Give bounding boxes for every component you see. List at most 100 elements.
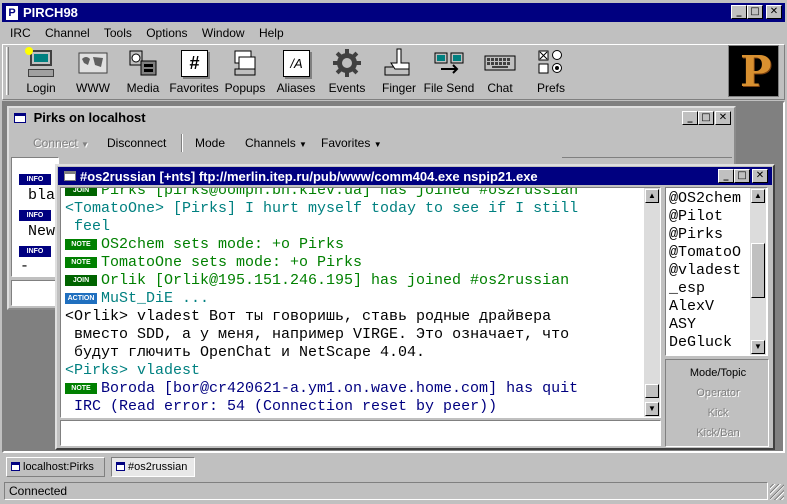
mode-button[interactable]: Mode <box>195 130 225 156</box>
chat-message-text: <Orlik> vladest Вот ты говоришь, ставь р… <box>65 308 552 325</box>
connection-status: Connected <box>9 484 68 498</box>
prefs-icon <box>535 47 567 79</box>
chat-message: <TomatoOne> [Pirks] I hurt myself today … <box>65 200 578 218</box>
chat-scrollbar[interactable] <box>644 188 660 417</box>
join-badge: JOIN <box>65 275 97 286</box>
minimize-button[interactable]: _ <box>731 5 747 19</box>
events-button[interactable]: Events <box>317 47 377 97</box>
operator-button[interactable]: Operator <box>669 383 767 403</box>
app-title: PIRCH98 <box>23 5 78 20</box>
chat-message: feel <box>65 218 578 236</box>
nick-list-item[interactable]: @vladest <box>669 262 741 280</box>
disconnect-button[interactable]: Disconnect <box>107 130 166 156</box>
server-maximize-button[interactable]: □ <box>698 111 714 125</box>
chat-message-text: Boroda [bor@cr420621-a.ym1.on.wave.home.… <box>101 380 579 397</box>
menu-irc[interactable]: IRC <box>10 26 31 40</box>
server-line: - <box>20 258 30 275</box>
media-icon <box>127 47 159 79</box>
chat-message-text: Orlik [Orlik@195.151.246.195] has joined… <box>101 272 570 289</box>
window-icon <box>11 462 20 471</box>
kick-button[interactable]: Kick <box>669 403 767 423</box>
status-bar: Connected <box>4 482 768 500</box>
nick-scroll-thumb[interactable] <box>751 243 765 298</box>
menu-tools[interactable]: Tools <box>104 26 132 40</box>
server-input[interactable] <box>11 280 59 306</box>
channel-minimize-button[interactable]: _ <box>718 169 734 183</box>
keyboard-icon <box>484 47 516 79</box>
nick-list-item[interactable]: @TomatoO <box>669 244 741 262</box>
info-badge: INFO <box>19 246 51 257</box>
chat-message: будут глючить OpenChat и NetScape 4.04. <box>65 344 578 362</box>
pirch-logo: P <box>728 45 779 97</box>
menu-options[interactable]: Options <box>146 26 187 40</box>
nick-list-item[interactable]: @Pilot <box>669 208 741 226</box>
chat-message-text: OS2chem sets mode: +o Pirks <box>101 236 345 253</box>
info-badge: INFO <box>19 210 51 221</box>
window-icon <box>116 462 125 471</box>
server-minimize-button[interactable]: _ <box>682 111 698 125</box>
chat-message-text: Pirks [pirks@oomph.bh.kiev.ua] has joine… <box>101 187 579 199</box>
file-send-icon <box>433 47 465 79</box>
kick-ban-button[interactable]: Kick/Ban <box>669 423 767 443</box>
menu-bar: IRC Channel Tools Options Window Help <box>10 25 295 43</box>
chat-message: JOIN Orlik [Orlik@195.151.246.195] has jo… <box>65 272 578 290</box>
channel-buttons-panel: Mode/Topic Operator Kick Kick/Ban <box>665 359 769 447</box>
menu-window[interactable]: Window <box>202 26 245 40</box>
taskbar-item-os2russian[interactable]: #os2russian <box>111 457 195 477</box>
chat-message-text: будут глючить OpenChat и NetScape 4.04. <box>65 344 426 361</box>
chat-message-text: feel <box>65 218 111 235</box>
info-badge: INFO <box>19 174 51 185</box>
maximize-button[interactable]: □ <box>747 5 763 19</box>
nick-list-item[interactable]: AlexV <box>669 298 741 316</box>
finger-icon <box>383 47 415 79</box>
chat-message: IRC (Read error: 54 (Connection reset by… <box>65 398 578 416</box>
popups-icon <box>229 47 261 79</box>
chat-scroll-down-button[interactable]: ▼ <box>645 402 659 416</box>
chat-message: вместо SDD, а у меня, например VIRGE. Эт… <box>65 326 578 344</box>
chat-message-text: MuSt_DiE ... <box>101 290 210 307</box>
favorites-dropdown[interactable]: Favorites ▼ <box>321 130 382 158</box>
taskbar-item-localhost[interactable]: localhost:Pirks <box>6 457 105 477</box>
nick-scroll-up-button[interactable]: ▲ <box>751 189 765 203</box>
toolbar-separator <box>181 134 183 152</box>
server-line: New <box>28 223 56 240</box>
close-button[interactable]: ✕ <box>766 5 782 19</box>
chat-message: NOTE OS2chem sets mode: +o Pirks <box>65 236 578 254</box>
chat-input[interactable] <box>60 420 661 446</box>
toolbar-grip <box>6 47 9 95</box>
server-window-titlebar: Pirks on localhost _ □ ✕ <box>10 109 733 127</box>
nick-list-item[interactable]: _esp <box>669 280 741 298</box>
chat-message: ACTION MuSt_DiE ... <box>65 290 578 308</box>
app-logo-icon: P <box>6 5 18 20</box>
nick-scroll-down-button[interactable]: ▼ <box>751 340 765 354</box>
menu-channel[interactable]: Channel <box>45 26 90 40</box>
nick-list-item[interactable]: ASY <box>669 316 741 334</box>
server-line: bla <box>28 187 56 204</box>
nick-list-item[interactable]: DeGluck <box>669 334 741 352</box>
hash-icon: # <box>178 47 210 79</box>
server-close-button[interactable]: ✕ <box>715 111 731 125</box>
chat-scroll-thumb[interactable] <box>645 384 659 398</box>
prefs-button[interactable]: Prefs <box>521 47 581 97</box>
mode-topic-button[interactable]: Mode/Topic <box>669 363 767 383</box>
channels-dropdown[interactable]: Channels ▼ <box>245 130 307 158</box>
channel-close-button[interactable]: ✕ <box>752 169 768 183</box>
server-window-title: Pirks on localhost <box>33 110 146 125</box>
chat-scroll-up-button[interactable]: ▲ <box>645 189 659 203</box>
resize-grip-icon[interactable] <box>770 484 784 500</box>
alias-icon: /A <box>280 47 312 79</box>
note-badge: NOTE <box>65 239 97 250</box>
chat-message: <Orlik> vladest Вот ты говоришь, ставь р… <box>65 308 578 326</box>
login-button[interactable]: Login <box>11 47 71 97</box>
menu-help[interactable]: Help <box>259 26 284 40</box>
channel-maximize-button[interactable]: □ <box>734 169 750 183</box>
connect-button[interactable]: Connect ▼ <box>33 130 89 158</box>
nick-list-item[interactable]: @Pirks <box>669 226 741 244</box>
chat-message: NOTE TomatoOne sets mode: +o Pirks <box>65 254 578 272</box>
computer-icon <box>25 47 57 79</box>
chat-message-text: IRC (Read error: 54 (Connection reset by… <box>65 398 498 415</box>
nick-list-item[interactable]: @OS2chem <box>669 190 741 208</box>
join-badge: JOIN <box>65 188 97 196</box>
channel-window-titlebar: #os2russian [+nts] ftp://merlin.itep.ru/… <box>58 167 772 185</box>
world-map-icon <box>77 47 109 79</box>
